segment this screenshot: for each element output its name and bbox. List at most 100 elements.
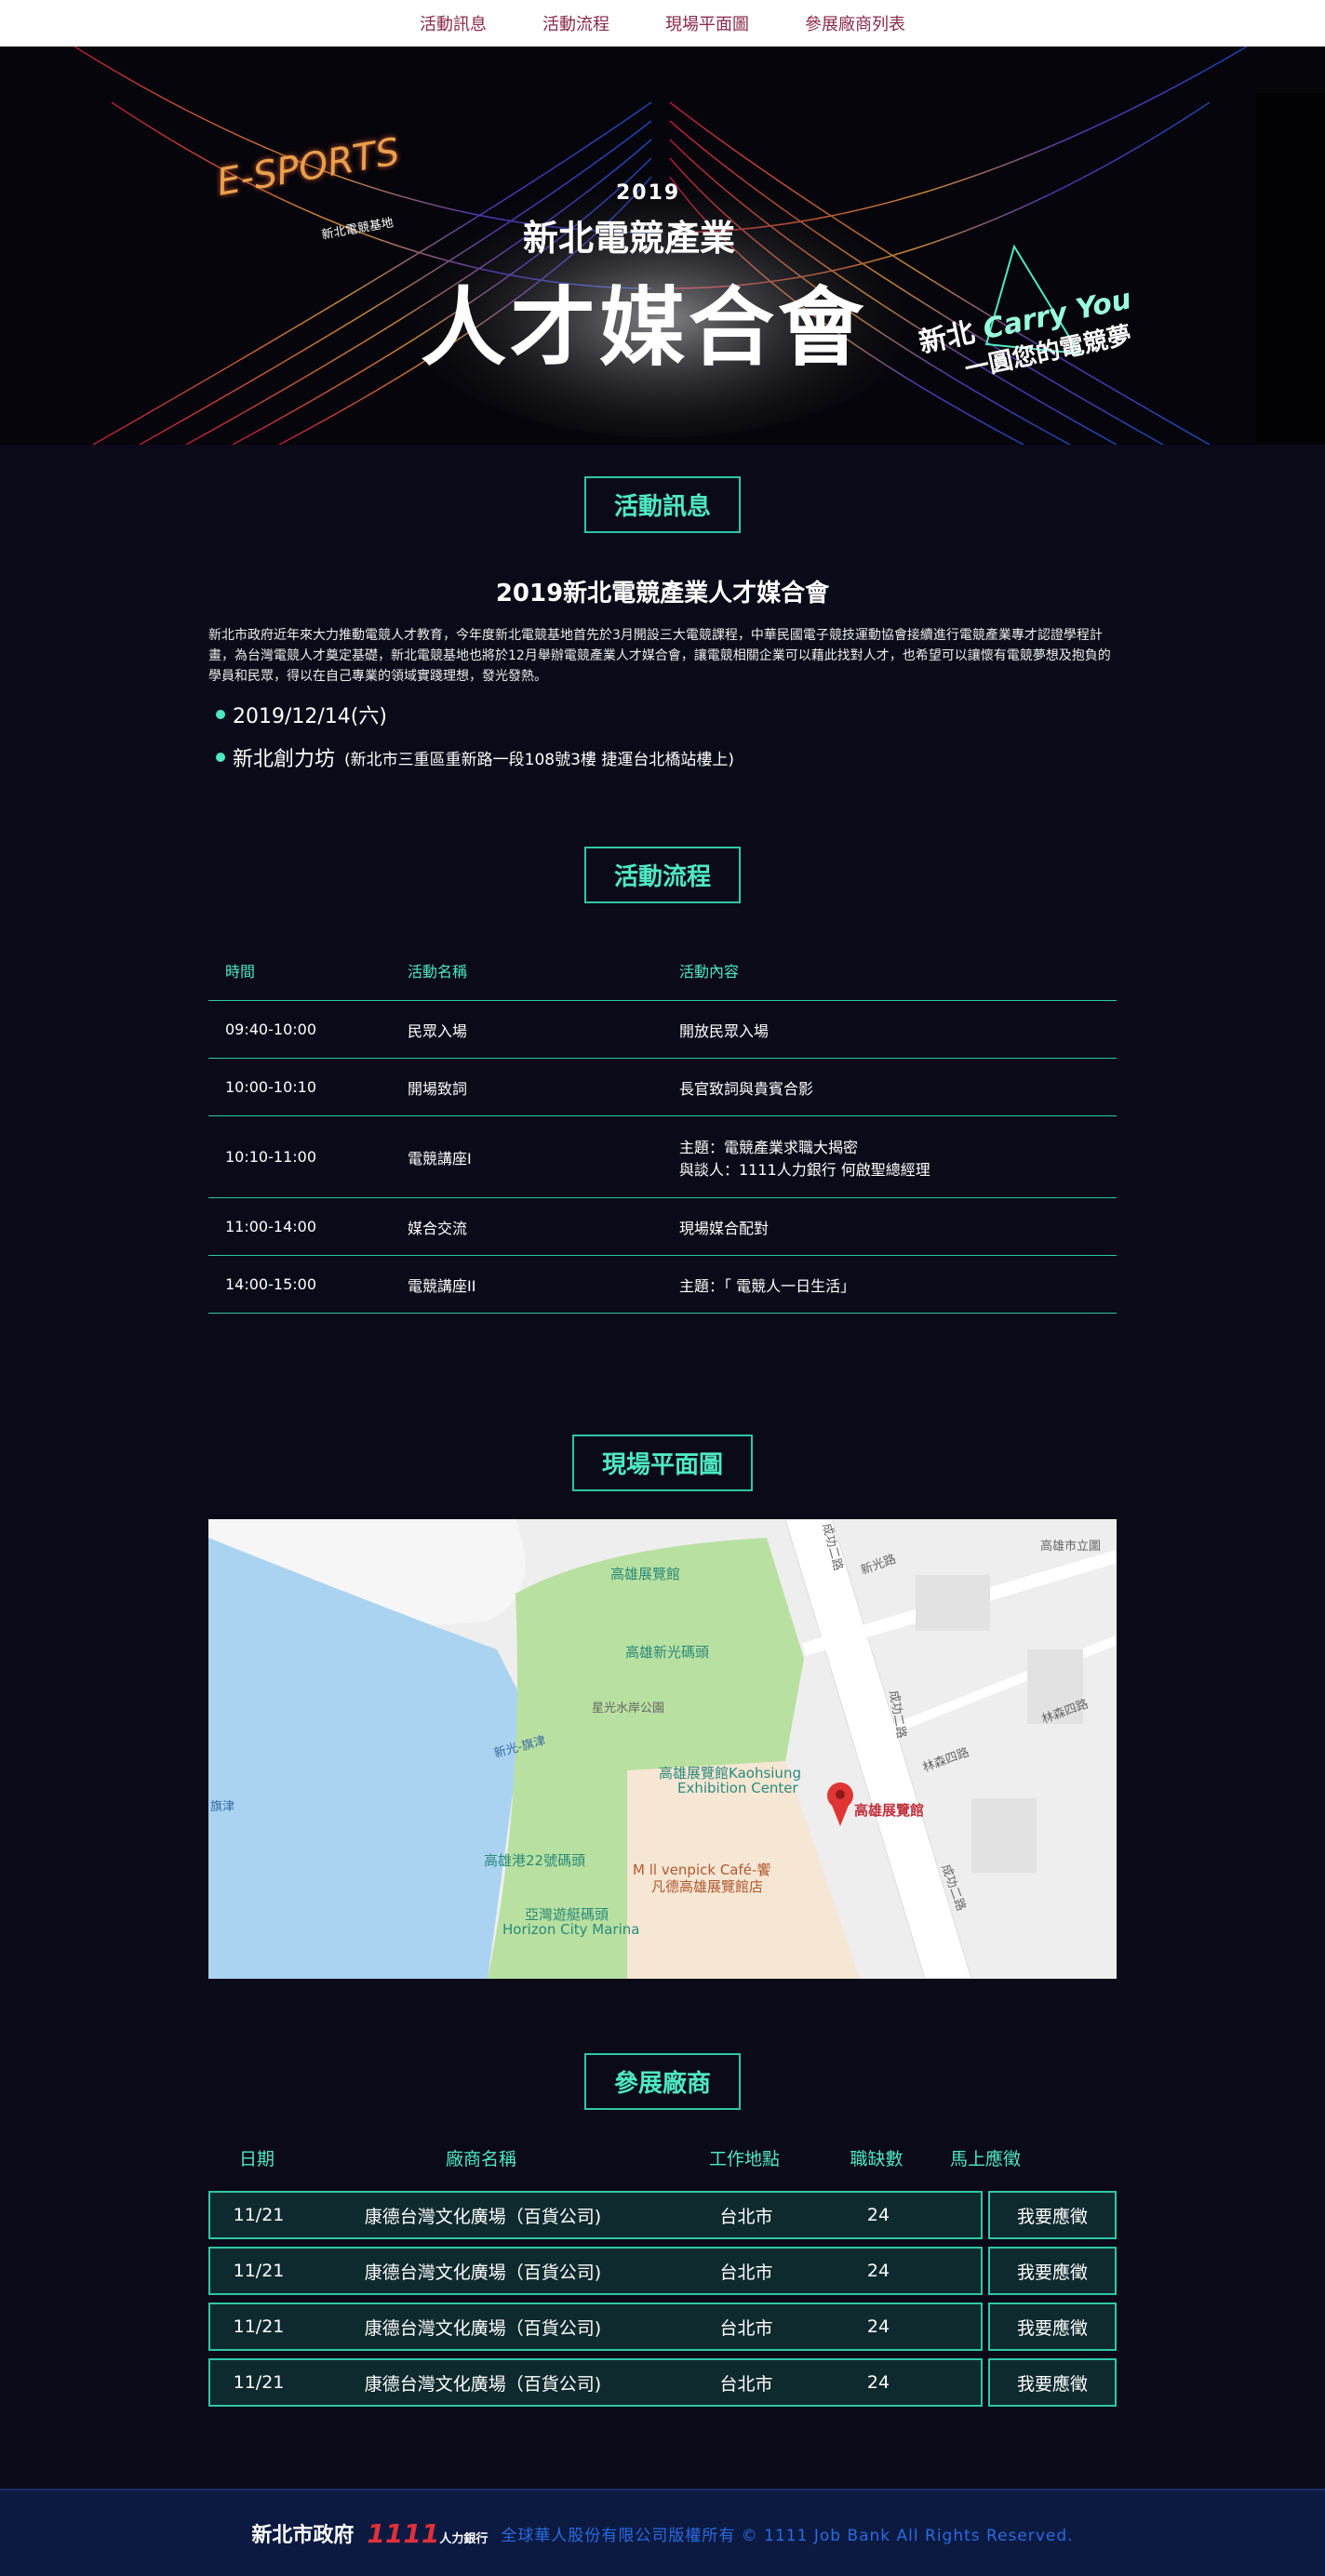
- table-row: 10:00-10:10 開場致詞 長官致詞與貴賓合影: [208, 1058, 1117, 1116]
- map-label-cafe2: 凡德高雄展覽館店: [651, 1878, 764, 1895]
- col-location: 工作地點: [708, 2149, 780, 2169]
- event-date-text: 2019/12/14(六): [233, 705, 387, 728]
- event-heading: 2019新北電競產業人才媒合會: [495, 580, 830, 607]
- event-date: 2019/12/14(六): [216, 700, 1117, 729]
- col-openings: 職缺數: [850, 2149, 903, 2169]
- apply-button[interactable]: 我要應徵: [988, 2358, 1117, 2407]
- map-label-pier: 高雄新光碼頭: [625, 1644, 710, 1661]
- col-apply: 馬上應徵: [949, 2149, 1021, 2169]
- row-content: 開放民眾入場: [662, 1000, 1117, 1059]
- row-time: 11:00-14:00: [208, 1197, 391, 1256]
- col-time: 時間: [208, 959, 391, 1001]
- map-label-marina2: Horizon City Marina: [502, 1921, 640, 1938]
- jobbank-logo-text: 人力銀行: [439, 2531, 489, 2546]
- row-content: 主題：「 電競人一日生活」: [662, 1255, 1117, 1314]
- row-time: 14:00-15:00: [208, 1255, 391, 1314]
- row-name: 媒合交流: [391, 1197, 662, 1256]
- map-label-park: 星光水岸公園: [592, 1702, 665, 1715]
- jobbank-logo: 1111人力銀行: [367, 2518, 488, 2549]
- vendor-location: 台北市: [719, 2262, 773, 2283]
- vendor-date: 11/21: [233, 2316, 285, 2337]
- col-date: 日期: [238, 2149, 274, 2169]
- banner-year: 2019: [616, 181, 681, 205]
- nav-link-info[interactable]: 活動訊息: [420, 11, 487, 35]
- vendor-name: 康德台灣文化廣場（百貨公司): [364, 2317, 602, 2339]
- col-company: 廠商名稱: [445, 2149, 516, 2169]
- hero-banner: E-SPORTS 新北電競基地 2019 新北電競產業 人才媒合會 新北 Car…: [0, 47, 1325, 445]
- bullet-dot-icon: [216, 710, 225, 719]
- row-content-line1: 主題：電競產業求職大揭密: [679, 1138, 859, 1156]
- map-label-pier22: 高雄港22號碼頭: [484, 1852, 586, 1869]
- event-venue-name: 新北創力坊: [233, 748, 336, 771]
- row-content: 現場媒合配對: [662, 1197, 1117, 1256]
- vendor-date: 11/21: [233, 2372, 285, 2393]
- banner-subtitle: 新北電競產業: [523, 218, 736, 259]
- schedule-table: 時間 活動名稱 活動內容 09:40-10:00 民眾入場 開放民眾入場 10:…: [208, 959, 1117, 1314]
- gov-logo: 新北市政府: [251, 2523, 355, 2547]
- apply-button[interactable]: 我要應徵: [988, 2302, 1117, 2351]
- row-content-line2: 與談人：1111人力銀行 何啟聖總經理: [679, 1160, 930, 1179]
- nav-link-vendors[interactable]: 參展廠商列表: [805, 11, 905, 35]
- map-label-hall: 高雄展覽館: [610, 1566, 681, 1582]
- map-pin-label: 高雄展覽館: [854, 1802, 925, 1819]
- vendor-row: 11/21 康德台灣文化廣場（百貨公司) 台北市 24 我要應徵: [208, 2358, 1117, 2407]
- flow-section: 活動流程 時間 活動名稱 活動內容 09:40-10:00 民眾入場 開放民眾入…: [0, 847, 1325, 1314]
- vendor-location: 台北市: [719, 2317, 773, 2339]
- vendor-date: 11/21: [233, 2261, 285, 2281]
- col-content: 活動內容: [662, 959, 1117, 1001]
- top-nav: 活動訊息 活動流程 現場平面圖 參展廠商列表: [0, 0, 1325, 47]
- row-time: 10:10-11:00: [208, 1115, 391, 1198]
- vendor-row: 11/21 康德台灣文化廣場（百貨公司) 台北市 24 我要應徵: [208, 2247, 1117, 2295]
- vendor-row: 11/21 康德台灣文化廣場（百貨公司) 台北市 24 我要應徵: [208, 2302, 1117, 2351]
- map-road-7: 旗津: [210, 1800, 235, 1814]
- table-row: 10:10-11:00 電競講座I 主題：電競產業求職大揭密 與談人：1111人…: [208, 1115, 1117, 1198]
- copyright-text: 全球華人股份有限公司版權所有 © 1111 Job Bank All Right…: [501, 2526, 1074, 2545]
- vendor-count: 24: [866, 2261, 890, 2281]
- table-row: 09:40-10:00 民眾入場 開放民眾入場: [208, 1000, 1117, 1059]
- row-name: 電競講座II: [391, 1255, 662, 1314]
- nav-link-map[interactable]: 現場平面圖: [665, 11, 749, 35]
- map-graphic: [208, 1519, 1117, 1979]
- nav-link-flow[interactable]: 活動流程: [542, 11, 609, 35]
- event-description: 新北市政府近年來大力推動電競人才教育，今年度新北電競基地首先於3月開設三大電競課…: [208, 628, 1111, 684]
- section-title-info: 活動訊息: [583, 476, 741, 533]
- vendors-section: 參展廠商 日期 廠商名稱 工作地點 職缺數 馬上應徵 11/21 康德台灣文化廣…: [0, 2053, 1325, 2407]
- table-row: 11:00-14:00 媒合交流 現場媒合配對: [208, 1197, 1117, 1256]
- vendor-location: 台北市: [719, 2206, 773, 2227]
- section-title-map: 現場平面圖: [571, 1435, 753, 1491]
- venue-map[interactable]: 高雄展覽館 高雄新光碼頭 星光水岸公園 高雄展覽館Kaohsiung Exhib…: [208, 1519, 1117, 1979]
- site-footer: 新北市政府 1111人力銀行 全球華人股份有限公司版權所有 © 1111 Job…: [0, 2489, 1325, 2576]
- vendor-name: 康德台灣文化廣場（百貨公司): [364, 2262, 602, 2283]
- table-header-row: 時間 活動名稱 活動內容: [208, 959, 1117, 1001]
- vendor-name: 康德台灣文化廣場（百貨公司): [364, 2206, 602, 2227]
- vendor-count: 24: [866, 2205, 890, 2225]
- map-label-center2: Exhibition Center: [677, 1780, 798, 1796]
- row-time: 09:40-10:00: [208, 1000, 391, 1059]
- vendor-cells: 11/21 康德台灣文化廣場（百貨公司) 台北市 24: [208, 2358, 983, 2407]
- row-time: 10:00-10:10: [208, 1058, 391, 1116]
- vendor-count: 24: [866, 2316, 890, 2337]
- row-name: 開場致詞: [391, 1058, 662, 1116]
- vendor-row: 11/21 康德台灣文化廣場（百貨公司) 台北市 24 我要應徵: [208, 2191, 1117, 2239]
- vendor-count: 24: [866, 2372, 890, 2393]
- apply-button[interactable]: 我要應徵: [988, 2247, 1117, 2295]
- vendor-name: 康德台灣文化廣場（百貨公司): [364, 2373, 602, 2395]
- event-venue-address: (新北市三重區重新路一段108號3樓 捷運台北橋站樓上): [344, 750, 734, 769]
- table-row: 14:00-15:00 電競講座II 主題：「 電競人一日生活」: [208, 1255, 1117, 1314]
- row-content: 長官致詞與貴賓合影: [662, 1058, 1117, 1116]
- section-title-vendors: 參展廠商: [583, 2053, 741, 2110]
- vendor-location: 台北市: [719, 2373, 773, 2395]
- section-title-flow: 活動流程: [583, 847, 741, 903]
- col-name: 活動名稱: [391, 959, 662, 1001]
- vendor-table-header: 日期 廠商名稱 工作地點 職缺數 馬上應徵: [208, 2145, 1117, 2170]
- banner-title: 人才媒合會: [421, 278, 868, 378]
- map-label-corner: 高雄市立圖: [1040, 1540, 1102, 1554]
- vendor-cells: 11/21 康德台灣文化廣場（百貨公司) 台北市 24: [208, 2302, 983, 2351]
- event-venue: 新北創力坊 (新北市三重區重新路一段108號3樓 捷運台北橋站樓上): [216, 742, 1117, 772]
- apply-button[interactable]: 我要應徵: [988, 2191, 1117, 2239]
- vendor-date: 11/21: [233, 2205, 285, 2225]
- row-content: 主題：電競產業求職大揭密 與談人：1111人力銀行 何啟聖總經理: [662, 1115, 1117, 1198]
- bullet-dot-icon: [216, 753, 225, 762]
- jobbank-logo-number: 1111: [367, 2517, 440, 2549]
- info-section: 活動訊息 2019新北電競產業人才媒合會 新北市政府近年來大力推動電競人才教育，…: [0, 476, 1325, 772]
